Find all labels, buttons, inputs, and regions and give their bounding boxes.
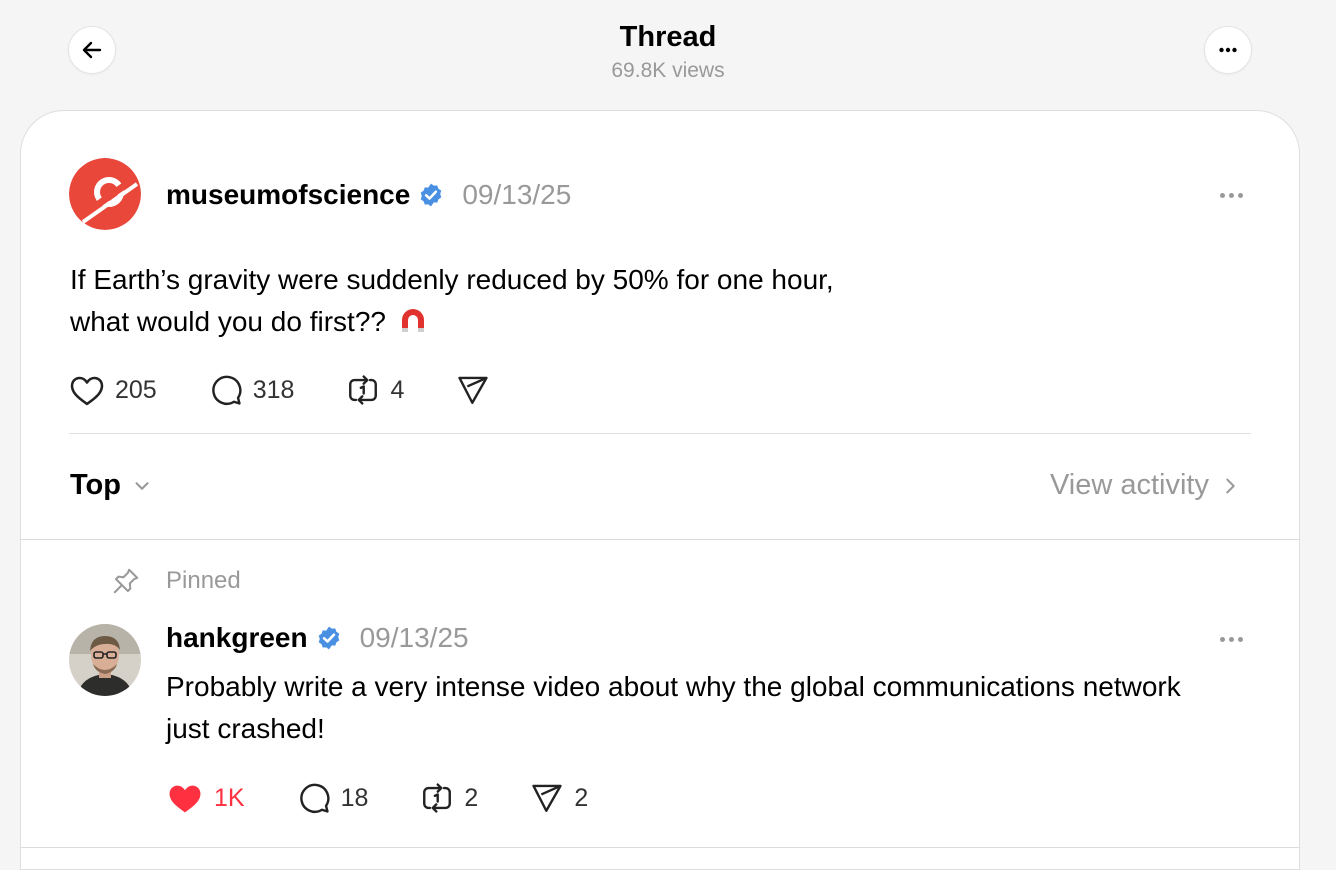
dot [1219, 636, 1225, 642]
dot [1228, 192, 1234, 198]
chevron-right-icon [1226, 478, 1235, 493]
view-activity-label: View activity [1049, 469, 1209, 501]
like-count: 205 [115, 375, 157, 404]
dot [1219, 192, 1225, 198]
dot [1237, 636, 1243, 642]
verified-badge-icon [418, 182, 444, 208]
share-count: 2 [574, 783, 589, 812]
thread-card: museumofscience 09/13/25 If Earth’s grav… [20, 110, 1300, 870]
museum-of-science-logo-icon [69, 158, 141, 230]
avatar[interactable] [69, 624, 141, 696]
pinned-label: Pinned [166, 567, 241, 594]
page-title: Thread [619, 21, 717, 53]
divider [69, 433, 1251, 434]
reply-header: hankgreen 09/13/25 [166, 619, 469, 657]
thread-header: Thread 69.8K views [0, 0, 1336, 110]
more-options-button[interactable] [1204, 26, 1252, 74]
reply-actions: 1K 18 2 2 [166, 781, 640, 815]
section-divider [21, 539, 1299, 540]
repost-count: 2 [464, 783, 479, 812]
reply-count: 318 [252, 375, 295, 404]
share-button[interactable]: 2 [530, 781, 588, 815]
avatar[interactable] [69, 158, 141, 230]
arrow-left-icon [82, 41, 102, 59]
share-button[interactable] [456, 373, 500, 407]
post-actions: 205 318 4 [69, 373, 552, 407]
username[interactable]: museumofscience [166, 179, 410, 211]
pin-icon [113, 568, 139, 594]
like-button[interactable]: 205 [69, 373, 157, 407]
verified-badge-icon [316, 625, 342, 651]
view-count: 69.8K views [611, 59, 725, 82]
comment-icon [211, 375, 242, 405]
post-text: If Earth’s gravity were suddenly reduced… [70, 259, 1170, 343]
reply-date: 09/13/25 [359, 622, 469, 653]
dot [1237, 192, 1243, 198]
user-photo-icon [69, 624, 141, 696]
like-button[interactable]: 1K [166, 781, 245, 815]
heart-filled-icon [169, 785, 201, 813]
like-count: 1K [214, 783, 245, 812]
magnet-icon [401, 309, 424, 332]
post-text-content: what would you do first?? [70, 306, 386, 337]
post-header: museumofscience 09/13/25 [166, 175, 571, 215]
comment-icon [299, 783, 330, 813]
repost-icon [349, 375, 378, 405]
reply-more-button[interactable] [1211, 629, 1251, 649]
sort-dropdown[interactable]: Top [70, 469, 153, 502]
reply-text: Probably write a very intense video abou… [166, 671, 1181, 744]
send-icon [458, 376, 489, 404]
repost-button[interactable]: 4 [346, 373, 404, 407]
post-more-button[interactable] [1211, 185, 1251, 205]
sort-label: Top [70, 469, 121, 501]
section-divider [21, 847, 1299, 848]
repost-button[interactable]: 2 [420, 781, 478, 815]
post-date: 09/13/25 [462, 179, 572, 210]
send-icon [532, 784, 562, 812]
heart-icon [70, 376, 104, 406]
reply-button[interactable]: 318 [209, 373, 295, 407]
dot [1228, 636, 1234, 642]
repost-count: 4 [390, 375, 405, 404]
post-text-line: what would you do first?? 🧲 [70, 301, 1170, 343]
back-button[interactable] [68, 26, 116, 74]
reply-count: 18 [340, 783, 369, 812]
pinned-indicator: Pinned [111, 566, 241, 596]
repost-icon [423, 783, 452, 813]
view-activity-link[interactable]: View activity [1050, 469, 1241, 502]
more-horizontal-icon [1219, 47, 1237, 53]
post-text-line: If Earth’s gravity were suddenly reduced… [70, 264, 834, 295]
chevron-down-icon [135, 481, 149, 490]
username[interactable]: hankgreen [166, 622, 308, 654]
reply-button[interactable]: 18 [297, 781, 369, 815]
